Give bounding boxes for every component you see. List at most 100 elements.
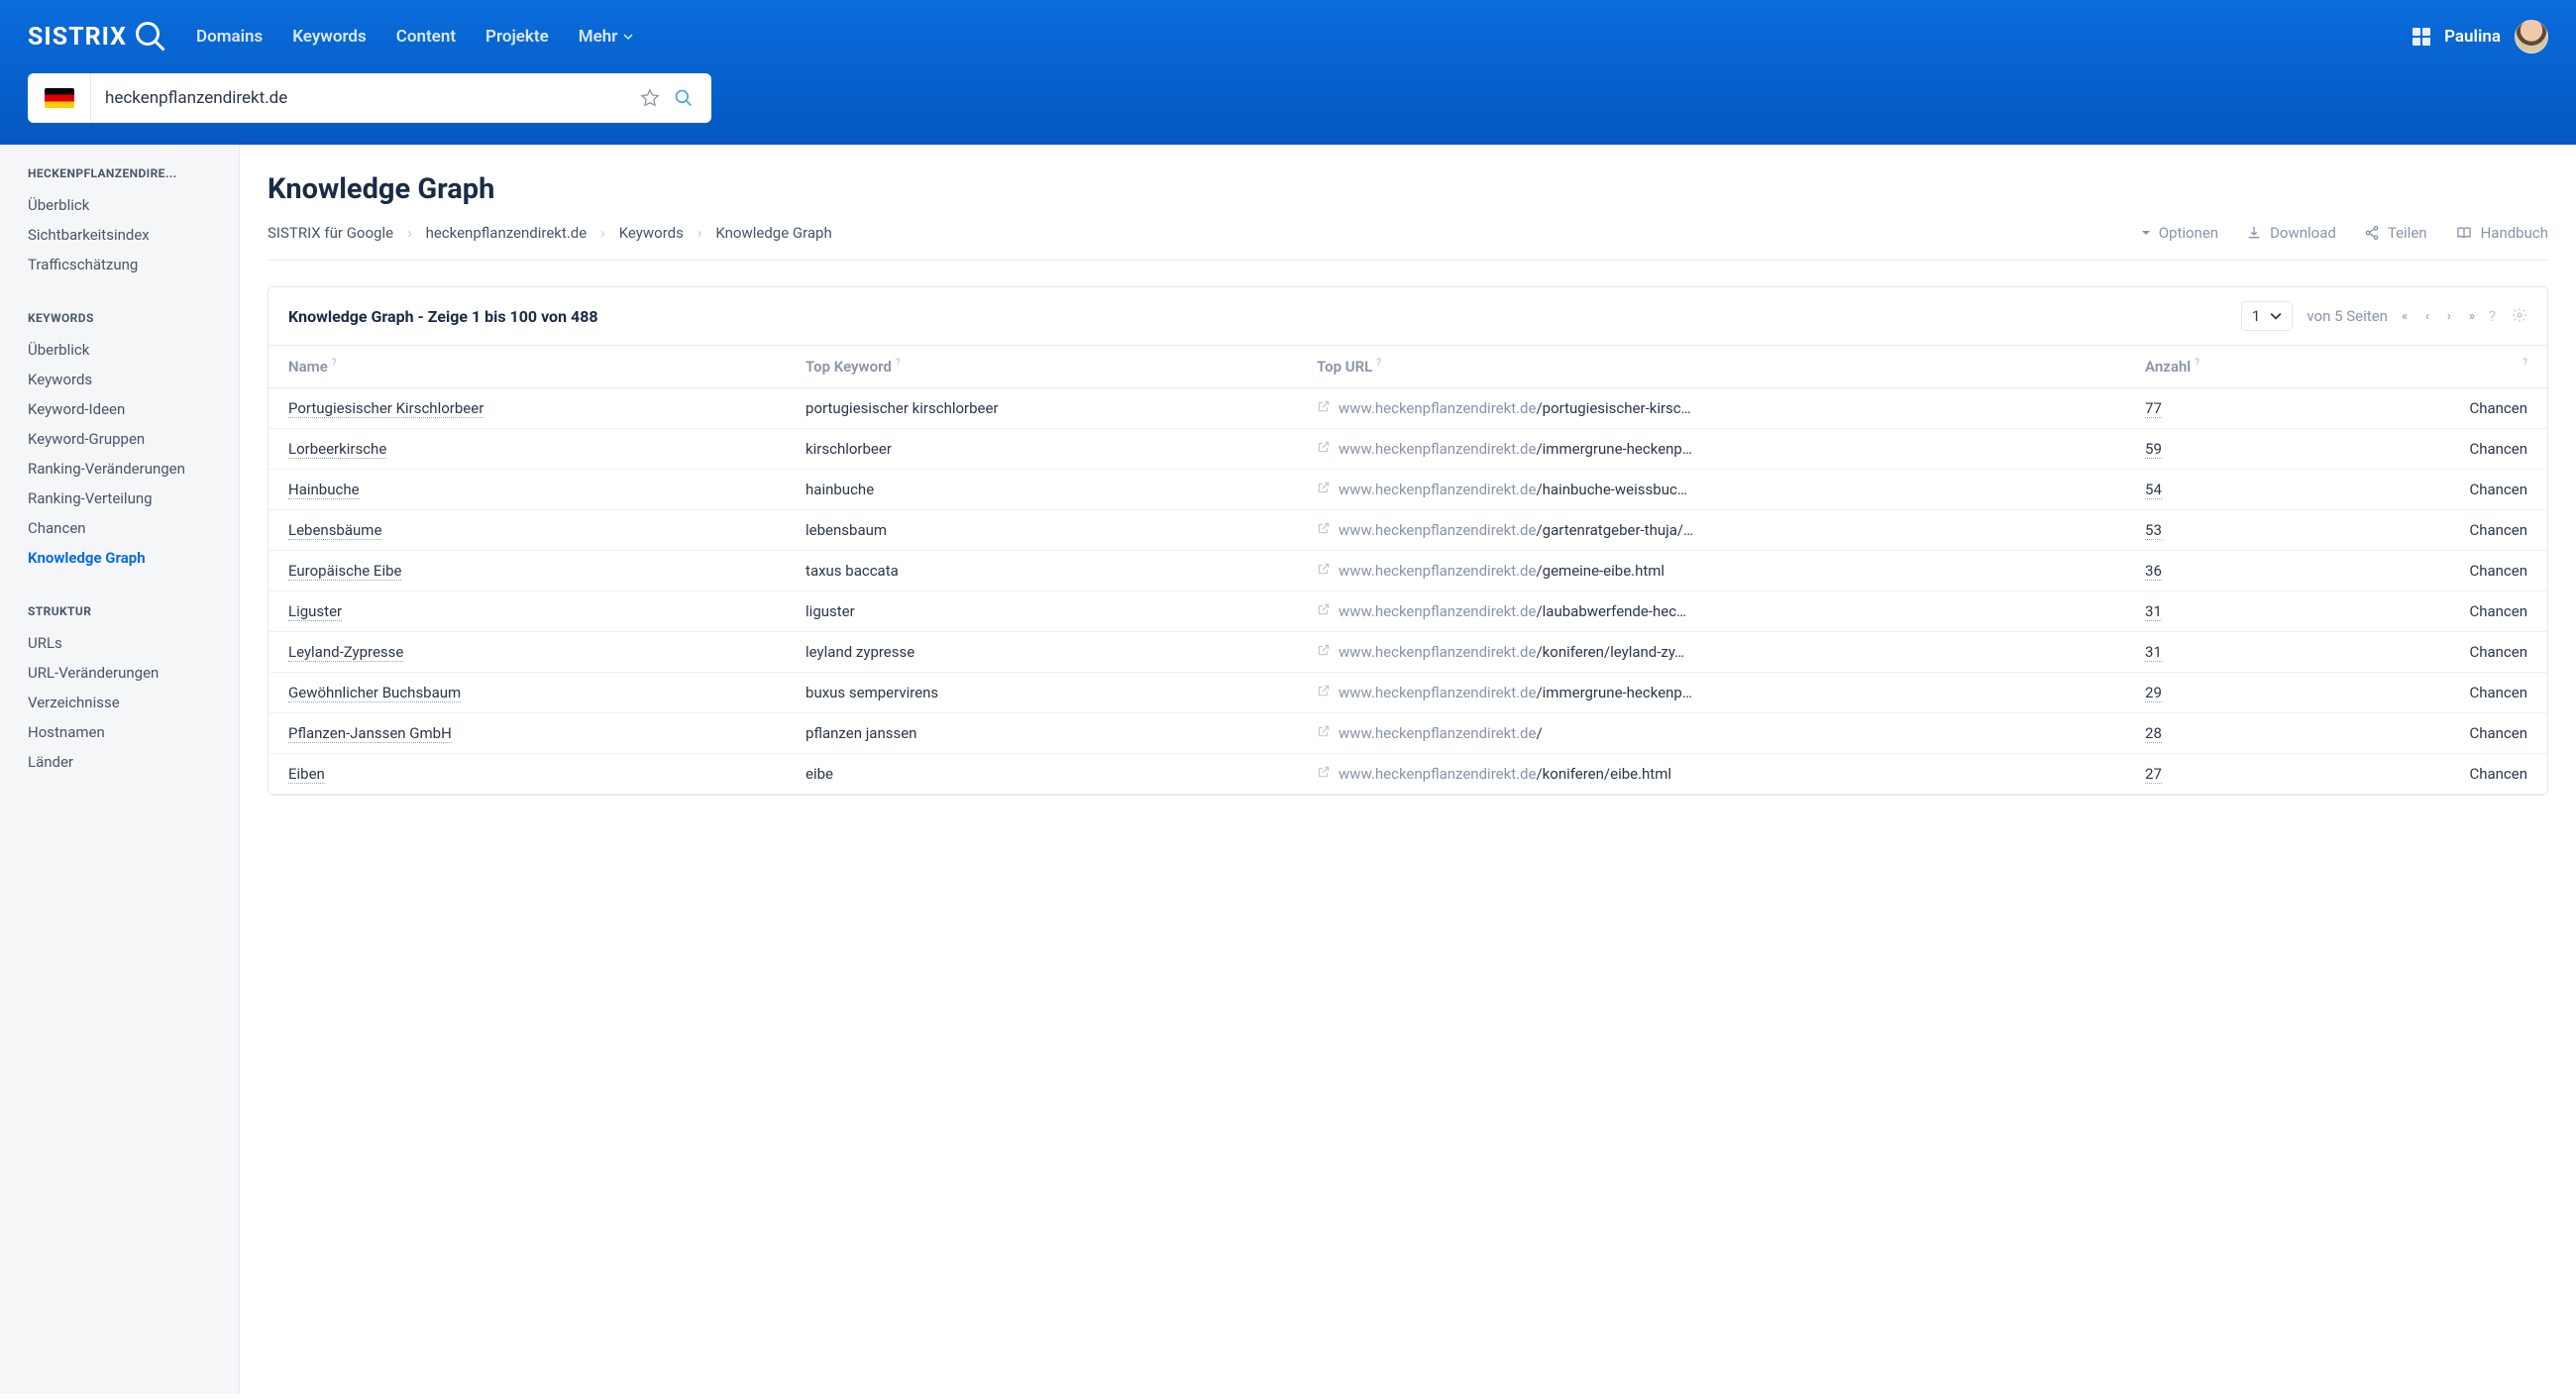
- sidebar-item[interactable]: Chancen: [28, 513, 211, 543]
- cell-url[interactable]: www.heckenpflanzendirekt.de/laubabwerfen…: [1297, 591, 2125, 632]
- cell-keyword[interactable]: portugiesischer kirschlorbeer: [786, 388, 1297, 429]
- cell-url[interactable]: www.heckenpflanzendirekt.de/portugiesisc…: [1297, 388, 2125, 429]
- sidebar-item[interactable]: URL-Veränderungen: [28, 658, 211, 688]
- nav-projekte[interactable]: Projekte: [485, 27, 549, 47]
- page-select[interactable]: 1: [2241, 301, 2293, 331]
- gear-icon[interactable]: [2512, 307, 2527, 325]
- sidebar-item[interactable]: Ranking-Verteilung: [28, 484, 211, 513]
- cell-url[interactable]: www.heckenpflanzendirekt.de/hainbuche-we…: [1297, 470, 2125, 510]
- sidebar-item[interactable]: Überblick: [28, 335, 211, 365]
- col-name[interactable]: Name?: [268, 346, 786, 388]
- cell-keyword[interactable]: leyland zypresse: [786, 632, 1297, 673]
- cell-url[interactable]: www.heckenpflanzendirekt.de/koniferen/ei…: [1297, 754, 2125, 795]
- sidebar-item[interactable]: Trafficschätzung: [28, 250, 211, 279]
- col-top-keyword[interactable]: Top Keyword?: [786, 346, 1297, 388]
- cell-count[interactable]: 53: [2125, 510, 2332, 551]
- cell-name[interactable]: Lorbeerkirsche: [268, 429, 786, 470]
- cell-name[interactable]: Eiben: [268, 754, 786, 795]
- cell-count[interactable]: 27: [2125, 754, 2332, 795]
- cell-count[interactable]: 28: [2125, 713, 2332, 754]
- cell-chancen[interactable]: Chancen: [2332, 713, 2547, 754]
- breadcrumb-item[interactable]: SISTRIX für Google: [268, 224, 393, 242]
- nav-content[interactable]: Content: [396, 27, 456, 47]
- cell-keyword[interactable]: taxus baccata: [786, 551, 1297, 591]
- table-row: Europäische Eibetaxus baccatawww.heckenp…: [268, 551, 2547, 591]
- sidebar-item[interactable]: Verzeichnisse: [28, 688, 211, 717]
- cell-keyword[interactable]: kirschlorbeer: [786, 429, 1297, 470]
- cell-count[interactable]: 54: [2125, 470, 2332, 510]
- cell-keyword[interactable]: liguster: [786, 591, 1297, 632]
- pager-first[interactable]: «: [2402, 309, 2408, 324]
- action-teilen[interactable]: Teilen: [2364, 224, 2427, 242]
- cell-keyword[interactable]: eibe: [786, 754, 1297, 795]
- nav-mehr[interactable]: Mehr: [579, 27, 634, 47]
- pager-last[interactable]: »: [2469, 309, 2475, 324]
- flag-de-icon: [45, 88, 74, 108]
- cell-url[interactable]: www.heckenpflanzendirekt.de/immergrune-h…: [1297, 429, 2125, 470]
- cell-url[interactable]: www.heckenpflanzendirekt.de/gartenratgeb…: [1297, 510, 2125, 551]
- cell-chancen[interactable]: Chancen: [2332, 551, 2547, 591]
- avatar[interactable]: [2515, 20, 2548, 54]
- cell-count[interactable]: 59: [2125, 429, 2332, 470]
- cell-count[interactable]: 31: [2125, 632, 2332, 673]
- action-optionen[interactable]: Optionen: [2141, 224, 2218, 242]
- sidebar-item[interactable]: URLs: [28, 628, 211, 658]
- country-selector[interactable]: [28, 73, 91, 123]
- cell-keyword[interactable]: hainbuche: [786, 470, 1297, 510]
- user-name[interactable]: Paulina: [2444, 27, 2501, 47]
- cell-chancen[interactable]: Chancen: [2332, 673, 2547, 713]
- cell-keyword[interactable]: buxus sempervirens: [786, 673, 1297, 713]
- cell-count[interactable]: 36: [2125, 551, 2332, 591]
- cell-keyword[interactable]: lebensbaum: [786, 510, 1297, 551]
- sidebar-item[interactable]: Knowledge Graph: [28, 543, 211, 573]
- cell-url[interactable]: www.heckenpflanzendirekt.de/gemeine-eibe…: [1297, 551, 2125, 591]
- cell-count[interactable]: 31: [2125, 591, 2332, 632]
- breadcrumb-item[interactable]: heckenpflanzendirekt.de: [426, 224, 588, 242]
- col-anzahl[interactable]: Anzahl?: [2125, 346, 2332, 388]
- breadcrumb-item[interactable]: Knowledge Graph: [715, 224, 831, 242]
- cell-name[interactable]: Liguster: [268, 591, 786, 632]
- cell-count[interactable]: 29: [2125, 673, 2332, 713]
- sidebar-item[interactable]: Ranking-Veränderungen: [28, 454, 211, 484]
- cell-chancen[interactable]: Chancen: [2332, 429, 2547, 470]
- star-icon[interactable]: [640, 88, 660, 108]
- cell-name[interactable]: Leyland-Zypresse: [268, 632, 786, 673]
- action-handbuch[interactable]: Handbuch: [2455, 224, 2548, 242]
- pager-next[interactable]: ›: [2447, 309, 2451, 324]
- breadcrumb-item[interactable]: Keywords: [619, 224, 684, 242]
- cell-name[interactable]: Pflanzen-Janssen GmbH: [268, 713, 786, 754]
- cell-chancen[interactable]: Chancen: [2332, 510, 2547, 551]
- cell-chancen[interactable]: Chancen: [2332, 470, 2547, 510]
- cell-name[interactable]: Gewöhnlicher Buchsbaum: [268, 673, 786, 713]
- nav-keywords[interactable]: Keywords: [292, 27, 366, 47]
- sidebar-item[interactable]: Sichtbarkeitsindex: [28, 220, 211, 250]
- cell-url[interactable]: www.heckenpflanzendirekt.de/immergrune-h…: [1297, 673, 2125, 713]
- sidebar-item[interactable]: Länder: [28, 747, 211, 777]
- sidebar-item[interactable]: Hostnamen: [28, 717, 211, 747]
- cell-name[interactable]: Lebensbäume: [268, 510, 786, 551]
- sidebar-item[interactable]: Keyword-Ideen: [28, 394, 211, 424]
- sidebar-item[interactable]: Keywords: [28, 365, 211, 394]
- cell-chancen[interactable]: Chancen: [2332, 632, 2547, 673]
- col-top-url[interactable]: Top URL?: [1297, 346, 2125, 388]
- search-input[interactable]: [91, 88, 640, 108]
- action-download[interactable]: Download: [2246, 224, 2336, 242]
- cell-name[interactable]: Europäische Eibe: [268, 551, 786, 591]
- help-icon[interactable]: ?: [2489, 307, 2496, 325]
- pager-prev[interactable]: ‹: [2425, 309, 2429, 324]
- cell-chancen[interactable]: Chancen: [2332, 388, 2547, 429]
- brand-logo[interactable]: SISTRIX: [28, 19, 168, 54]
- cell-count[interactable]: 77: [2125, 388, 2332, 429]
- sidebar-item[interactable]: Überblick: [28, 190, 211, 220]
- sidebar-item[interactable]: Keyword-Gruppen: [28, 424, 211, 454]
- cell-name[interactable]: Portugiesischer Kirschlorbeer: [268, 388, 786, 429]
- nav-domains[interactable]: Domains: [196, 27, 263, 47]
- search-icon[interactable]: [674, 88, 694, 108]
- cell-url[interactable]: www.heckenpflanzendirekt.de/koniferen/le…: [1297, 632, 2125, 673]
- cell-chancen[interactable]: Chancen: [2332, 591, 2547, 632]
- apps-icon[interactable]: [2413, 28, 2430, 46]
- cell-keyword[interactable]: pflanzen janssen: [786, 713, 1297, 754]
- cell-name[interactable]: Hainbuche: [268, 470, 786, 510]
- cell-chancen[interactable]: Chancen: [2332, 754, 2547, 795]
- cell-url[interactable]: www.heckenpflanzendirekt.de/: [1297, 713, 2125, 754]
